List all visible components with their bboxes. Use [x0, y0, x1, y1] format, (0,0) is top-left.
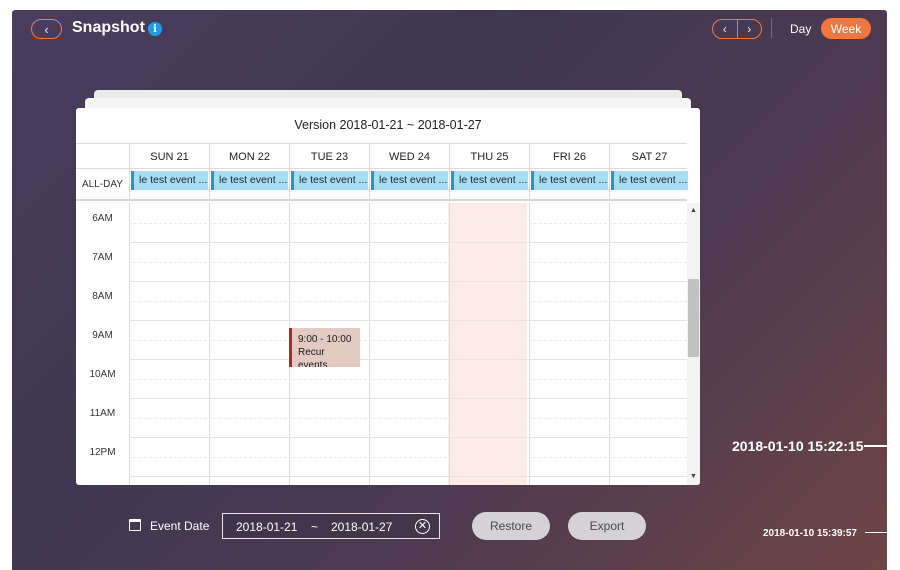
- allday-cell: le test event ...: [129, 169, 209, 199]
- column-divider: [369, 203, 370, 485]
- hour-line: [129, 320, 687, 321]
- day-header-row: SUN 21 MON 22 TUE 23 WED 24 THU 25 FRI 26 SAT …: [76, 143, 687, 169]
- day-header: FRI 26: [529, 144, 609, 169]
- allday-cell: le test event ...: [369, 169, 449, 199]
- scrollbar[interactable]: ▲ ▼: [687, 203, 700, 485]
- allday-event[interactable]: le test event ...: [371, 171, 448, 190]
- page-title: Snapshot: [72, 19, 145, 36]
- header-divider: [771, 18, 772, 38]
- hour-label: 8AM: [92, 291, 113, 302]
- hour-label: 6AM: [92, 213, 113, 224]
- day-header: SUN 21: [129, 144, 209, 169]
- calendar-event[interactable]: 9:00 - 10:00 Recur events: [289, 328, 360, 367]
- allday-row: ALL-DAY le test event ... le test event .…: [76, 169, 689, 201]
- hour-label: 11AM: [89, 408, 116, 419]
- time-grid: 6AM7AM8AM9AM10AM11AM12PM1PM 9:00 - 10:00…: [76, 203, 687, 485]
- allday-event[interactable]: le test event ...: [531, 171, 608, 190]
- column-divider: [209, 203, 210, 485]
- hour-line: [129, 242, 687, 243]
- hour-label: 12PM: [89, 447, 116, 458]
- day-header: THU 25: [449, 144, 529, 169]
- scroll-thumb[interactable]: [688, 279, 699, 357]
- day-header: WED 24: [369, 144, 449, 169]
- column-divider: [609, 203, 610, 485]
- half-hour-line: [129, 418, 687, 419]
- allday-event[interactable]: le test event ...: [451, 171, 528, 190]
- allday-label: ALL-DAY: [82, 178, 123, 190]
- day-header: MON 22: [209, 144, 289, 169]
- scroll-down-icon[interactable]: ▼: [687, 471, 700, 483]
- prev-week-button[interactable]: ‹: [713, 20, 738, 38]
- hour-line: [129, 281, 687, 282]
- hour-label: 10AM: [89, 369, 116, 380]
- timeline-marker: [865, 532, 887, 533]
- restore-button[interactable]: Restore: [472, 512, 550, 540]
- export-button[interactable]: Export: [568, 512, 646, 540]
- column-divider: [129, 203, 130, 485]
- half-hour-line: [129, 223, 687, 224]
- version-title: Version 2018-01-21 ~ 2018-01-27: [294, 118, 482, 132]
- timeline-current-marker: [864, 445, 887, 447]
- day-header: SAT 27: [609, 144, 689, 169]
- column-divider: [529, 203, 530, 485]
- half-hour-line: [129, 301, 687, 302]
- allday-cell: le test event ...: [609, 169, 689, 199]
- half-hour-line: [129, 379, 687, 380]
- day-header: TUE 23: [289, 144, 369, 169]
- allday-cell: le test event ...: [209, 169, 289, 199]
- hour-label: 7AM: [92, 252, 113, 263]
- timeline-current-version[interactable]: 2018-01-10 15:22:15: [732, 438, 864, 454]
- info-icon[interactable]: i: [148, 22, 162, 36]
- calendar-card: Version 2018-01-21 ~ 2018-01-27 SUN 21 MO…: [76, 108, 700, 485]
- next-week-button[interactable]: ›: [738, 20, 762, 38]
- date-range-input[interactable]: 2018-01-21 ~ 2018-01-27 ✕: [222, 513, 440, 539]
- allday-event[interactable]: le test event ...: [291, 171, 368, 190]
- half-hour-line: [129, 340, 687, 341]
- hour-line: [129, 398, 687, 399]
- allday-cell: le test event ...: [449, 169, 529, 199]
- hour-label: 9AM: [92, 330, 113, 341]
- allday-event[interactable]: le test event ...: [611, 171, 688, 190]
- calendar-icon: [129, 519, 141, 531]
- timeline-version[interactable]: 2018-01-10 15:39:57: [763, 528, 857, 539]
- clear-icon[interactable]: ✕: [415, 519, 430, 534]
- half-hour-line: [129, 262, 687, 263]
- date-from: 2018-01-21: [236, 520, 298, 534]
- allday-event[interactable]: le test event ...: [131, 171, 208, 190]
- event-time: 9:00 - 10:00: [298, 334, 352, 345]
- allday-cell: le test event ...: [529, 169, 609, 199]
- week-view-button[interactable]: Week: [821, 18, 871, 39]
- allday-event[interactable]: le test event ...: [211, 171, 288, 190]
- hour-line: [129, 476, 687, 477]
- event-date-label: Event Date: [150, 519, 210, 533]
- today-column-highlight: [448, 203, 527, 485]
- event-title: Recur: [298, 347, 325, 358]
- date-to: 2018-01-27: [331, 520, 393, 534]
- chevron-left-icon: ‹: [44, 21, 49, 37]
- event-title-cont: events: [298, 360, 328, 367]
- allday-cell: le test event ...: [289, 169, 369, 199]
- hour-line: [129, 437, 687, 438]
- week-navigation: ‹ ›: [712, 19, 762, 39]
- back-button[interactable]: ‹: [31, 19, 62, 39]
- day-view-button[interactable]: Day: [790, 22, 811, 36]
- date-separator: ~: [311, 520, 319, 534]
- scroll-up-icon[interactable]: ▲: [687, 205, 700, 217]
- snapshot-app: ‹ Snapshot i ‹ › Day Week Version 2018-0…: [12, 10, 887, 570]
- half-hour-line: [129, 457, 687, 458]
- column-divider: [449, 203, 450, 485]
- hour-line: [129, 359, 687, 360]
